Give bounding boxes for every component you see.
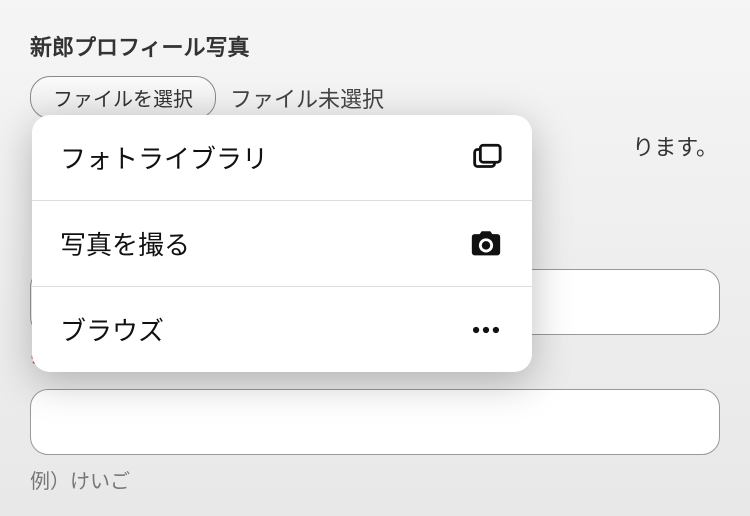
- file-select-button[interactable]: ファイルを選択: [30, 76, 216, 119]
- hint-text-fragment: ります。: [632, 130, 718, 162]
- photo-field-label: 新郎プロフィール写真: [30, 30, 720, 62]
- furigana-input[interactable]: [30, 389, 720, 455]
- file-status-text: ファイル未選択: [230, 82, 384, 114]
- popup-item-take-photo[interactable]: 写真を撮る: [32, 201, 532, 287]
- furigana-field-group: ※ 例）けいご: [30, 353, 720, 494]
- popup-item-photo-library[interactable]: フォトライブラリ: [32, 115, 532, 201]
- file-source-popup: フォトライブラリ 写真を撮る ブラウズ: [32, 115, 532, 372]
- popup-item-label: フォトライブラリ: [60, 139, 268, 176]
- example-hint: 例）けいご: [30, 465, 720, 494]
- more-icon: [468, 312, 504, 348]
- photo-library-icon: [468, 140, 504, 176]
- popup-item-label: 写真を撮る: [60, 225, 190, 262]
- file-input-row: ファイルを選択 ファイル未選択: [30, 76, 720, 119]
- popup-item-browse[interactable]: ブラウズ: [32, 287, 532, 372]
- camera-icon: [468, 226, 504, 262]
- popup-item-label: ブラウズ: [60, 311, 164, 348]
